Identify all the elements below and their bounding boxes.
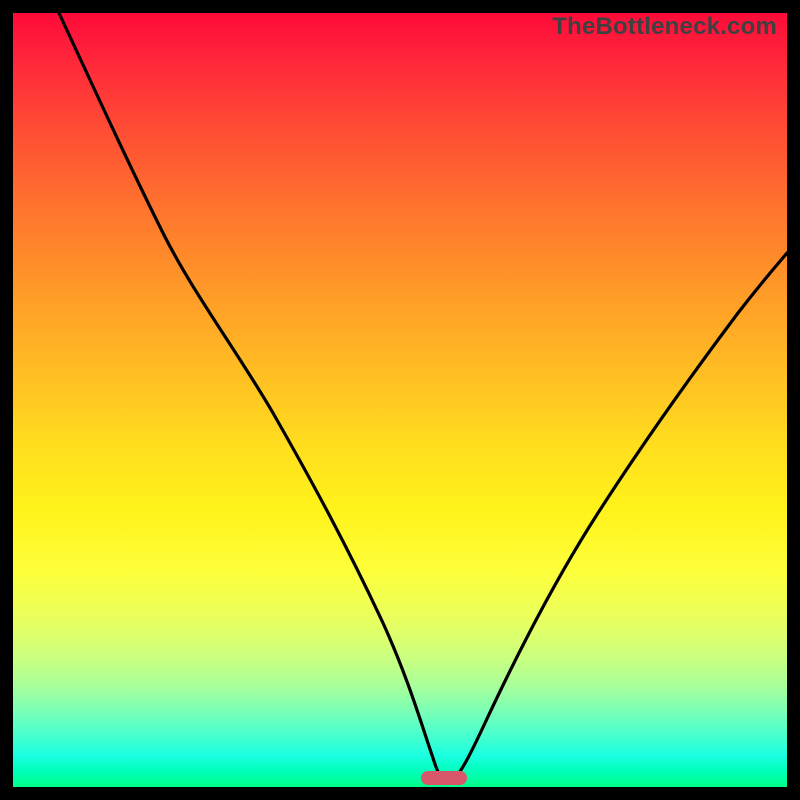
chart-frame: TheBottleneck.com <box>13 13 787 787</box>
minimum-marker <box>421 771 467 785</box>
bottleneck-curve <box>13 13 787 787</box>
